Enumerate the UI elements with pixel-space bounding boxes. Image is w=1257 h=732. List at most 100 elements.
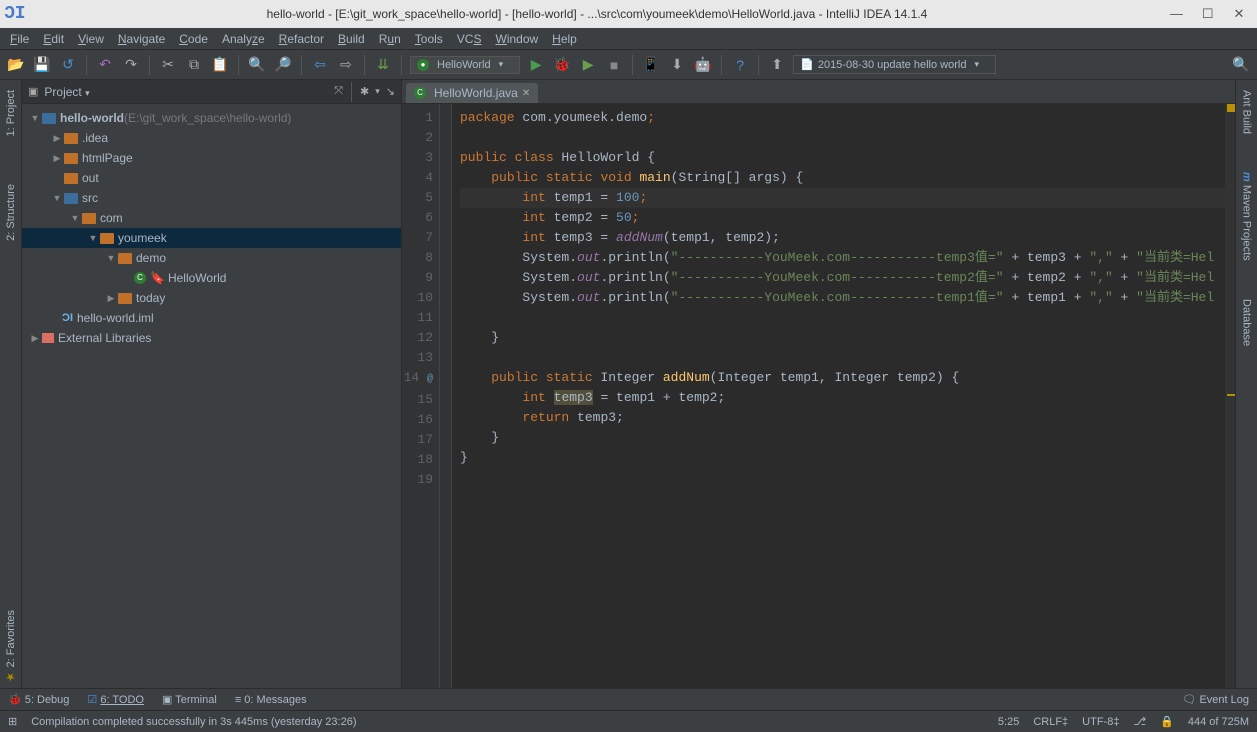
avd-icon[interactable]: 📱	[641, 55, 661, 75]
line-separator[interactable]: CRLF‡	[1033, 716, 1068, 728]
maximize-button[interactable]: ☐	[1194, 6, 1222, 22]
editor-tab-helloworld[interactable]: C HelloWorld.java ✕	[406, 83, 538, 103]
menu-view[interactable]: View	[78, 32, 104, 46]
sdk-icon[interactable]: ⬇	[667, 55, 687, 75]
tool-maven[interactable]: m Maven Projects	[1241, 168, 1253, 265]
hide-icon[interactable]: ↘	[386, 85, 395, 98]
forward-icon[interactable]: ⇨	[336, 55, 356, 75]
memory-indicator[interactable]: 444 of 725M	[1188, 716, 1249, 728]
tree-idea[interactable]: ▶.idea	[22, 128, 401, 148]
tree-iml[interactable]: ϽIhello-world.iml	[22, 308, 401, 328]
tree-out[interactable]: out	[22, 168, 401, 188]
tree-youmeek[interactable]: ▼youmeek	[22, 228, 401, 248]
editor-tabs: C HelloWorld.java ✕	[402, 80, 1235, 104]
menu-build[interactable]: Build	[338, 32, 365, 46]
menu-vcs[interactable]: VCS	[457, 32, 482, 46]
tree-external-libs[interactable]: ▶External Libraries	[22, 328, 401, 348]
caret-position[interactable]: 5:25	[998, 716, 1019, 728]
tool-terminal[interactable]: ▣ Terminal	[162, 693, 217, 706]
folder-icon	[64, 173, 78, 184]
tool-messages[interactable]: ≡ 0: Messages	[235, 694, 307, 706]
warning-mark-icon[interactable]	[1227, 394, 1235, 396]
menu-edit[interactable]: Edit	[43, 32, 64, 46]
tool-eventlog[interactable]: 🗨 Event Log	[1182, 693, 1249, 706]
tool-debug[interactable]: 🐞 5: Debug	[8, 693, 69, 706]
project-panel-header: ▣ Project ▾ ⤧ ✱ ▾ ↘	[22, 80, 401, 104]
window-title: hello-world - [E:\git_work_space\hello-w…	[32, 7, 1163, 21]
help-icon[interactable]: ?	[730, 55, 750, 75]
editor-tab-label: HelloWorld.java	[434, 86, 518, 100]
collapse-icon[interactable]: ✱	[360, 85, 369, 98]
menu-file[interactable]: FFileile	[10, 32, 29, 46]
package-icon	[82, 213, 96, 224]
project-panel-title[interactable]: Project ▾	[44, 85, 328, 99]
debug-icon[interactable]: 🐞	[552, 55, 572, 75]
monitor-icon[interactable]: 🤖	[693, 55, 713, 75]
menubar: FFileile Edit View Navigate Code Analyze…	[0, 28, 1257, 50]
tree-htmlpage[interactable]: ▶htmlPage	[22, 148, 401, 168]
menu-navigate[interactable]: Navigate	[118, 32, 165, 46]
back-icon[interactable]: ⇦	[310, 55, 330, 75]
tool-favorites[interactable]: ★ 2: Favorites	[4, 606, 17, 688]
run-config-selector[interactable]: ● HelloWorld	[410, 56, 520, 74]
iml-icon: ϽI	[62, 312, 73, 324]
source-folder-icon	[64, 193, 78, 204]
app-logo-icon: ϽI	[4, 4, 26, 24]
folder-icon	[64, 133, 78, 144]
copy-icon[interactable]: ⧉	[184, 55, 204, 75]
editor-area: C HelloWorld.java ✕ 1234567891011121314 …	[402, 80, 1235, 688]
redo-icon[interactable]: ↷	[121, 55, 141, 75]
vcs-update-icon[interactable]: ⬆	[767, 55, 787, 75]
cut-icon[interactable]: ✂	[158, 55, 178, 75]
class-icon: C	[414, 87, 426, 99]
tree-helloworld[interactable]: C🔖HelloWorld	[22, 268, 401, 288]
vcs-log-label: 2015-08-30 update hello world	[818, 59, 967, 71]
sync-icon[interactable]: ↺	[58, 55, 78, 75]
minimize-button[interactable]: —	[1162, 6, 1190, 21]
vcs-log-dropdown[interactable]: 📄 2015-08-30 update hello world	[793, 55, 996, 74]
make-icon[interactable]: ⇊	[373, 55, 393, 75]
tool-project[interactable]: 1: Project	[5, 86, 17, 140]
menu-refactor[interactable]: Refactor	[279, 32, 324, 46]
open-icon[interactable]: 📂	[6, 55, 26, 75]
file-encoding[interactable]: UTF-8‡	[1082, 716, 1119, 728]
settings-icon[interactable]: ▾	[375, 86, 380, 97]
project-scope-icon[interactable]: ▣	[28, 85, 38, 98]
menu-help[interactable]: Help	[552, 32, 577, 46]
code-content[interactable]: package com.youmeek.demo; public class H…	[452, 104, 1225, 688]
menu-tools[interactable]: Tools	[415, 32, 443, 46]
undo-icon[interactable]: ↶	[95, 55, 115, 75]
module-icon	[42, 113, 56, 124]
right-tool-strip: Ant Build m Maven Projects Database	[1235, 80, 1257, 688]
menu-window[interactable]: Window	[495, 32, 538, 46]
replace-icon[interactable]: 🔎	[273, 55, 293, 75]
search-everywhere-icon[interactable]: 🔍	[1231, 55, 1251, 75]
run-icon[interactable]: ▶	[526, 55, 546, 75]
editor-body[interactable]: 1234567891011121314 @1516171819 package …	[402, 104, 1235, 688]
tree-today[interactable]: ▶today	[22, 288, 401, 308]
tool-todo[interactable]: ☑ 6: TODO	[87, 693, 144, 706]
autoscroll-icon[interactable]: ⤧	[334, 85, 343, 98]
package-icon	[100, 233, 114, 244]
tool-ant[interactable]: Ant Build	[1241, 86, 1253, 138]
close-tab-icon[interactable]: ✕	[522, 88, 530, 99]
tree-src[interactable]: ▼src	[22, 188, 401, 208]
save-all-icon[interactable]: 💾	[32, 55, 52, 75]
project-tree: ▼hello-world (E:\git_work_space\hello-wo…	[22, 104, 401, 352]
stop-icon[interactable]: ■	[604, 55, 624, 75]
tool-structure[interactable]: 2: Structure	[5, 180, 17, 245]
menu-run[interactable]: Run	[379, 32, 401, 46]
menu-analyze[interactable]: Analyze	[222, 32, 265, 46]
tree-demo[interactable]: ▼demo	[22, 248, 401, 268]
find-icon[interactable]: 🔍	[247, 55, 267, 75]
tool-database[interactable]: Database	[1241, 295, 1253, 350]
tree-root[interactable]: ▼hello-world (E:\git_work_space\hello-wo…	[22, 108, 401, 128]
class-icon: C	[134, 272, 146, 284]
paste-icon[interactable]: 📋	[210, 55, 230, 75]
tree-com[interactable]: ▼com	[22, 208, 401, 228]
error-stripe[interactable]	[1225, 104, 1235, 688]
coverage-icon[interactable]: ▶	[578, 55, 598, 75]
close-button[interactable]: ✕	[1225, 6, 1253, 22]
fold-gutter[interactable]	[440, 104, 452, 688]
menu-code[interactable]: Code	[179, 32, 208, 46]
